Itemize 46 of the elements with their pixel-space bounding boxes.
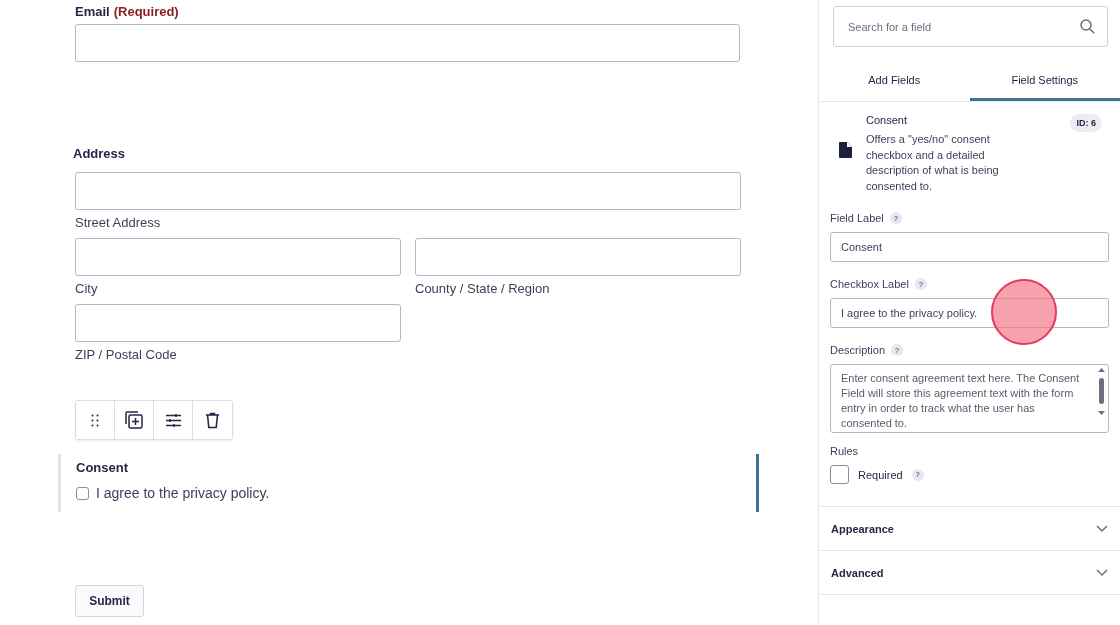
setting-label: Field Label (830, 212, 884, 224)
zip-input[interactable] (75, 304, 401, 342)
chevron-icon (1096, 568, 1108, 577)
field-label: Email (75, 4, 110, 19)
drag-handle[interactable] (76, 401, 115, 439)
field-type-title: Consent (866, 114, 908, 126)
accordion-section[interactable]: Advanced (819, 551, 1120, 595)
sublabel: County / State / Region (415, 281, 551, 296)
delete-button[interactable] (193, 401, 232, 439)
setting-input[interactable]: Consent (830, 232, 1109, 262)
checkbox-label: Required (858, 468, 903, 481)
panel-tab[interactable]: Field Settings (969, 67, 1120, 101)
trash-icon (205, 411, 220, 429)
field-type-description: Offers a "yes/no" consent checkbox and a detailed description of what is being consented to. (866, 132, 1000, 194)
sublabel: Street Address (75, 215, 162, 230)
sublabel: ZIP / Postal Code (75, 347, 178, 362)
street-address-input[interactable] (75, 172, 741, 210)
document-icon (839, 142, 852, 158)
setting-label: Checkbox Label (830, 278, 909, 290)
checkbox-label: I agree to the privacy policy. (96, 485, 270, 501)
region-input[interactable] (415, 238, 741, 276)
drag-icon (91, 413, 99, 427)
city-input[interactable] (75, 238, 401, 276)
settings-button[interactable] (154, 401, 193, 439)
search-icon (1080, 19, 1095, 34)
accordion-section[interactable]: Appearance (819, 507, 1120, 551)
required-note: (Required) (113, 4, 179, 19)
required-checkbox[interactable] (830, 465, 849, 484)
rules-heading: Rules (830, 445, 860, 457)
email-input[interactable] (75, 24, 740, 62)
field-label: Consent (76, 460, 129, 475)
sliders-icon (164, 412, 182, 428)
duplicate-icon (124, 410, 144, 430)
search-field[interactable]: Search for a field (833, 6, 1108, 47)
description-textarea[interactable]: Enter consent agreement text here. The Consent Field will store this agreement text with the form entry in order to track what the user has consented to. (830, 364, 1109, 433)
duplicate-button[interactable] (115, 401, 154, 439)
consent-field[interactable]: Consent I agree to the privacy policy. (58, 454, 759, 512)
field-id-badge: ID: 6 (1070, 114, 1102, 132)
sublabel: City (75, 281, 99, 296)
submit-button[interactable]: Submit (75, 585, 144, 617)
panel-tab[interactable]: Add Fields (819, 67, 970, 101)
search-placeholder: Search for a field (848, 20, 932, 33)
field-label: Address (73, 146, 127, 161)
consent-checkbox[interactable] (76, 486, 89, 500)
chevron-icon (1096, 524, 1108, 533)
setting-label: Description (830, 344, 886, 356)
